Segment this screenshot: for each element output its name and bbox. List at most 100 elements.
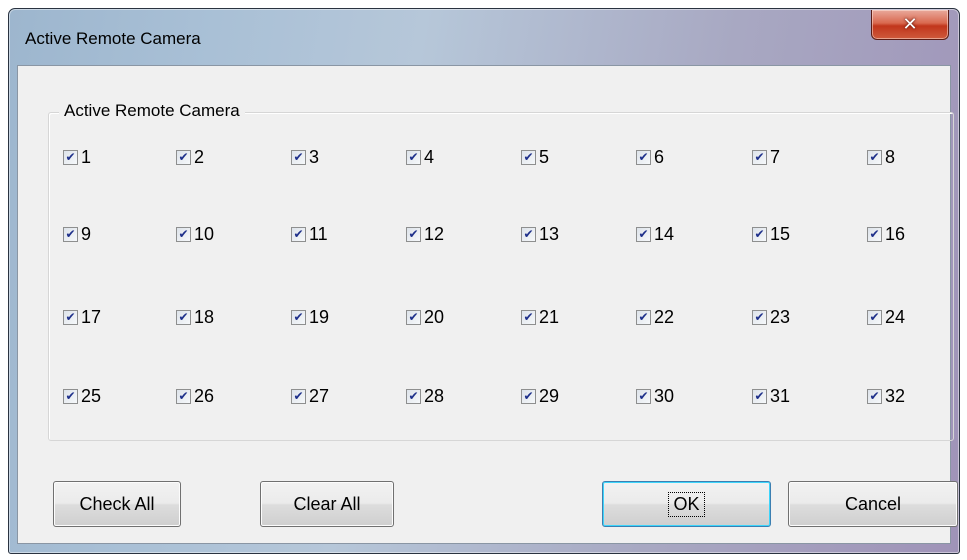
- checkbox-box[interactable]: ✔: [63, 309, 78, 325]
- check-icon: ✔: [178, 150, 189, 164]
- check-all-button[interactable]: Check All: [53, 481, 181, 527]
- checkbox-box[interactable]: ✔: [752, 149, 767, 165]
- camera-checkbox-25[interactable]: ✔ 25: [63, 385, 101, 407]
- camera-checkbox-2[interactable]: ✔ 2: [176, 146, 204, 168]
- title-bar[interactable]: Active Remote Camera ✕: [9, 9, 959, 65]
- checkbox-box[interactable]: ✔: [636, 309, 651, 325]
- camera-checkbox-27[interactable]: ✔ 27: [291, 385, 329, 407]
- checkbox-box[interactable]: ✔: [406, 226, 421, 242]
- camera-checkbox-23[interactable]: ✔ 23: [752, 306, 790, 328]
- checkbox-label: 18: [194, 306, 215, 327]
- checkbox-box[interactable]: ✔: [867, 388, 882, 404]
- checkbox-box[interactable]: ✔: [867, 226, 882, 242]
- checkbox-box[interactable]: ✔: [636, 388, 651, 404]
- checkbox-box[interactable]: ✔: [406, 388, 421, 404]
- camera-checkbox-28[interactable]: ✔ 28: [406, 385, 444, 407]
- checkbox-box[interactable]: ✔: [63, 149, 78, 165]
- checkbox-box[interactable]: ✔: [176, 149, 191, 165]
- camera-checkbox-12[interactable]: ✔ 12: [406, 223, 444, 245]
- checkbox-box[interactable]: ✔: [521, 149, 536, 165]
- checkbox-box[interactable]: ✔: [521, 226, 536, 242]
- camera-checkbox-13[interactable]: ✔ 13: [521, 223, 559, 245]
- camera-checkbox-9[interactable]: ✔ 9: [63, 223, 91, 245]
- checkbox-label: 14: [654, 223, 675, 244]
- camera-checkbox-29[interactable]: ✔ 29: [521, 385, 559, 407]
- checkbox-box[interactable]: ✔: [291, 226, 306, 242]
- clear-all-button[interactable]: Clear All: [260, 481, 394, 527]
- camera-checkbox-19[interactable]: ✔ 19: [291, 306, 329, 328]
- checkbox-label: 30: [654, 385, 675, 406]
- camera-checkbox-15[interactable]: ✔ 15: [752, 223, 790, 245]
- checkbox-label: 3: [309, 146, 320, 167]
- check-icon: ✔: [523, 150, 534, 164]
- check-icon: ✔: [178, 310, 189, 324]
- check-icon: ✔: [408, 310, 419, 324]
- camera-checkbox-11[interactable]: ✔ 11: [291, 223, 328, 245]
- checkbox-label: 19: [309, 306, 330, 327]
- checkbox-label: 6: [654, 146, 665, 167]
- ok-button[interactable]: OK: [602, 481, 771, 527]
- camera-checkbox-26[interactable]: ✔ 26: [176, 385, 214, 407]
- camera-checkbox-21[interactable]: ✔ 21: [521, 306, 559, 328]
- check-icon: ✔: [65, 227, 76, 241]
- check-icon: ✔: [754, 389, 765, 403]
- checkbox-box[interactable]: ✔: [176, 388, 191, 404]
- camera-checkbox-22[interactable]: ✔ 22: [636, 306, 674, 328]
- checkbox-box[interactable]: ✔: [867, 149, 882, 165]
- checkbox-label: 21: [539, 306, 560, 327]
- camera-checkbox-32[interactable]: ✔ 32: [867, 385, 905, 407]
- checkbox-box[interactable]: ✔: [752, 309, 767, 325]
- checkbox-box[interactable]: ✔: [752, 226, 767, 242]
- check-icon: ✔: [523, 227, 534, 241]
- camera-checkbox-17[interactable]: ✔ 17: [63, 306, 101, 328]
- camera-checkbox-7[interactable]: ✔ 7: [752, 146, 780, 168]
- checkbox-box[interactable]: ✔: [636, 226, 651, 242]
- cancel-button[interactable]: Cancel: [788, 481, 958, 527]
- checkbox-box[interactable]: ✔: [752, 388, 767, 404]
- camera-checkbox-8[interactable]: ✔ 8: [867, 146, 895, 168]
- camera-checkbox-4[interactable]: ✔ 4: [406, 146, 434, 168]
- checkbox-label: 10: [194, 223, 215, 244]
- check-icon: ✔: [869, 150, 880, 164]
- checkbox-label: 11: [309, 223, 328, 244]
- camera-checkbox-14[interactable]: ✔ 14: [636, 223, 674, 245]
- camera-checkbox-5[interactable]: ✔ 5: [521, 146, 549, 168]
- checkbox-box[interactable]: ✔: [636, 149, 651, 165]
- camera-checkbox-10[interactable]: ✔ 10: [176, 223, 214, 245]
- checkbox-box[interactable]: ✔: [291, 149, 306, 165]
- checkbox-box[interactable]: ✔: [406, 149, 421, 165]
- check-icon: ✔: [754, 150, 765, 164]
- checkbox-label: 5: [539, 146, 550, 167]
- checkbox-label: 29: [539, 385, 560, 406]
- checkbox-box[interactable]: ✔: [291, 309, 306, 325]
- camera-checkbox-20[interactable]: ✔ 20: [406, 306, 444, 328]
- check-icon: ✔: [178, 389, 189, 403]
- checkbox-label: 22: [654, 306, 675, 327]
- checkbox-label: 13: [539, 223, 560, 244]
- camera-checkbox-6[interactable]: ✔ 6: [636, 146, 664, 168]
- window-title: Active Remote Camera: [25, 29, 201, 48]
- close-button[interactable]: ✕: [871, 10, 949, 40]
- camera-checkbox-1[interactable]: ✔ 1: [63, 146, 91, 168]
- check-icon: ✔: [869, 310, 880, 324]
- camera-checkbox-30[interactable]: ✔ 30: [636, 385, 674, 407]
- check-icon: ✔: [869, 389, 880, 403]
- checkbox-box[interactable]: ✔: [521, 388, 536, 404]
- check-icon: ✔: [178, 227, 189, 241]
- camera-checkbox-18[interactable]: ✔ 18: [176, 306, 214, 328]
- checkbox-box[interactable]: ✔: [63, 388, 78, 404]
- camera-checkbox-24[interactable]: ✔ 24: [867, 306, 905, 328]
- checkbox-label: 2: [194, 146, 205, 167]
- checkbox-box[interactable]: ✔: [291, 388, 306, 404]
- camera-checkbox-31[interactable]: ✔ 31: [752, 385, 790, 407]
- check-icon: ✔: [408, 389, 419, 403]
- camera-checkbox-3[interactable]: ✔ 3: [291, 146, 319, 168]
- check-icon: ✔: [754, 310, 765, 324]
- camera-checkbox-16[interactable]: ✔ 16: [867, 223, 905, 245]
- checkbox-box[interactable]: ✔: [406, 309, 421, 325]
- checkbox-box[interactable]: ✔: [176, 309, 191, 325]
- checkbox-box[interactable]: ✔: [867, 309, 882, 325]
- checkbox-box[interactable]: ✔: [521, 309, 536, 325]
- checkbox-box[interactable]: ✔: [176, 226, 191, 242]
- checkbox-box[interactable]: ✔: [63, 226, 78, 242]
